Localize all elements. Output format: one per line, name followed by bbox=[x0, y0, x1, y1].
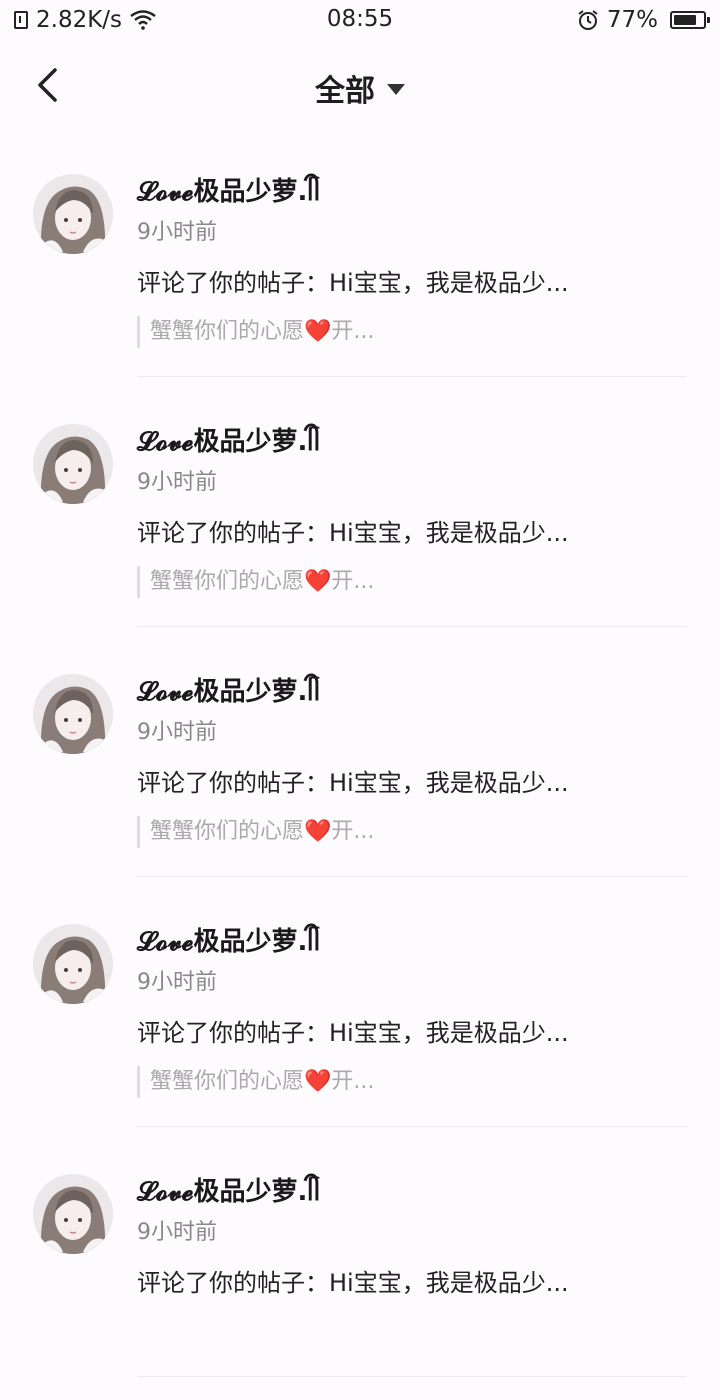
notification-item[interactable]: 𝓛𝓸𝓿𝓮极品少萝.ᥬᩤ 9小时前 评论了你的帖子：Hi宝宝，我是极品少... 蟹… bbox=[0, 900, 720, 1150]
status-right: 77% bbox=[577, 7, 710, 33]
avatar[interactable] bbox=[33, 424, 113, 504]
user-name[interactable]: 𝓛𝓸𝓿𝓮极品少萝.ᥬᩤ bbox=[137, 424, 687, 460]
avatar[interactable] bbox=[33, 174, 113, 254]
notification-body: 𝓛𝓸𝓿𝓮极品少萝.ᥬᩤ 9小时前 评论了你的帖子：Hi宝宝，我是极品少... 蟹… bbox=[137, 924, 687, 1127]
quoted-post[interactable]: 蟹蟹你们的心愿❤️开... bbox=[137, 1066, 687, 1098]
comment-text: 评论了你的帖子：Hi宝宝，我是极品少... bbox=[137, 1269, 569, 1297]
nav-bar: 全部 bbox=[0, 40, 720, 130]
user-name[interactable]: 𝓛𝓸𝓿𝓮极品少萝.ᥬᩤ bbox=[137, 674, 687, 710]
notification-body: 𝓛𝓸𝓿𝓮极品少萝.ᥬᩤ 9小时前 评论了你的帖子：Hi宝宝，我是极品少... 蟹… bbox=[137, 674, 687, 877]
notification-item[interactable]: 𝓛𝓸𝓿𝓮极品少萝.ᥬᩤ 9小时前 评论了你的帖子：Hi宝宝，我是极品少... 蟹… bbox=[0, 150, 720, 400]
timestamp: 9小时前 bbox=[137, 720, 217, 745]
quoted-post[interactable]: 蟹蟹你们的心愿❤️开... bbox=[137, 566, 687, 598]
comment-text: 评论了你的帖子：Hi宝宝，我是极品少... bbox=[137, 1019, 569, 1047]
battery-percent: 77% bbox=[606, 7, 658, 33]
comment-text: 评论了你的帖子：Hi宝宝，我是极品少... bbox=[137, 769, 569, 797]
battery-fill bbox=[674, 15, 696, 25]
comment-text: 评论了你的帖子：Hi宝宝，我是极品少... bbox=[137, 519, 569, 547]
notification-body: 𝓛𝓸𝓿𝓮极品少萝.ᥬᩤ 9小时前 评论了你的帖子：Hi宝宝，我是极品少... bbox=[137, 1174, 687, 1377]
notification-body: 𝓛𝓸𝓿𝓮极品少萝.ᥬᩤ 9小时前 评论了你的帖子：Hi宝宝，我是极品少... 蟹… bbox=[137, 424, 687, 627]
notification-item[interactable]: 𝓛𝓸𝓿𝓮极品少萝.ᥬᩤ 9小时前 评论了你的帖子：Hi宝宝，我是极品少... 蟹… bbox=[0, 650, 720, 900]
battery-icon bbox=[670, 11, 710, 29]
avatar[interactable] bbox=[33, 1174, 113, 1254]
quoted-post[interactable]: 蟹蟹你们的心愿❤️开... bbox=[137, 816, 687, 848]
comment-text: 评论了你的帖子：Hi宝宝，我是极品少... bbox=[137, 269, 569, 297]
user-name[interactable]: 𝓛𝓸𝓿𝓮极品少萝.ᥬᩤ bbox=[137, 924, 687, 960]
status-bar: 2.82K/s 08:55 77% bbox=[0, 0, 720, 40]
filter-dropdown[interactable]: 全部 bbox=[0, 66, 720, 110]
timestamp: 9小时前 bbox=[137, 470, 217, 495]
timestamp: 9小时前 bbox=[137, 220, 217, 245]
avatar[interactable] bbox=[33, 924, 113, 1004]
user-name[interactable]: 𝓛𝓸𝓿𝓮极品少萝.ᥬᩤ bbox=[137, 174, 687, 210]
avatar[interactable] bbox=[33, 674, 113, 754]
notification-item[interactable]: 𝓛𝓸𝓿𝓮极品少萝.ᥬᩤ 9小时前 评论了你的帖子：Hi宝宝，我是极品少... bbox=[0, 1150, 720, 1400]
notification-list: 𝓛𝓸𝓿𝓮极品少萝.ᥬᩤ 9小时前 评论了你的帖子：Hi宝宝，我是极品少... 蟹… bbox=[0, 150, 720, 1400]
caret-down-icon bbox=[387, 84, 405, 95]
alarm-icon bbox=[577, 9, 599, 31]
network-speed: 2.82K/s bbox=[36, 7, 123, 33]
timestamp: 9小时前 bbox=[137, 970, 217, 995]
status-left: 2.82K/s bbox=[14, 7, 156, 33]
sim-icon bbox=[14, 11, 28, 29]
page-title: 全部 bbox=[315, 74, 375, 109]
user-name[interactable]: 𝓛𝓸𝓿𝓮极品少萝.ᥬᩤ bbox=[137, 1174, 687, 1210]
notification-item[interactable]: 𝓛𝓸𝓿𝓮极品少萝.ᥬᩤ 9小时前 评论了你的帖子：Hi宝宝，我是极品少... 蟹… bbox=[0, 400, 720, 650]
timestamp: 9小时前 bbox=[137, 1220, 217, 1245]
wifi-icon bbox=[130, 10, 156, 30]
notification-body: 𝓛𝓸𝓿𝓮极品少萝.ᥬᩤ 9小时前 评论了你的帖子：Hi宝宝，我是极品少... 蟹… bbox=[137, 174, 687, 377]
quoted-post[interactable]: 蟹蟹你们的心愿❤️开... bbox=[137, 316, 687, 348]
